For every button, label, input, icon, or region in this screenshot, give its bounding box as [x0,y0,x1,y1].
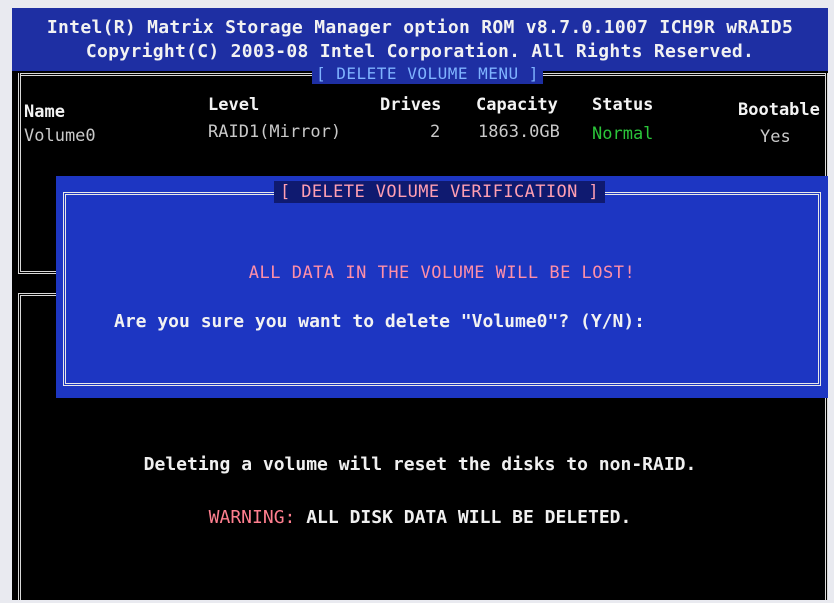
header-status: Status [592,95,654,115]
delete-verification-dialog: [ DELETE VOLUME VERIFICATION ] ALL DATA … [56,176,828,398]
rom-version-text: Intel(R) Matrix Storage Manager option R… [46,17,794,38]
header-drives: Drives [380,95,442,115]
rom-header: Intel(R) Matrix Storage Manager option R… [12,8,828,71]
cell-drives: 2 [430,122,441,142]
delete-confirmation-prompt[interactable]: Are you sure you want to delete "Volume0… [114,311,645,332]
header-name: Name [24,102,65,122]
cell-level: RAID1(Mirror) [208,122,342,142]
copyright-text: Copyright(C) 2003-08 Intel Corporation. … [85,41,755,62]
bios-screen: Intel(R) Matrix Storage Manager option R… [12,8,828,600]
dialog-frame [63,192,821,386]
warning-message: ALL DISK DATA WILL BE DELETED. [306,507,632,528]
warning-label: WARNING: [208,507,296,528]
menu-title: [ DELETE VOLUME MENU ] [312,64,543,84]
cell-status: Normal [592,124,654,144]
cell-capacity: 1863.0GB [478,122,560,142]
data-loss-warning: ALL DATA IN THE VOLUME WILL BE LOST! [248,263,636,283]
header-capacity: Capacity [476,95,558,115]
disk-data-warning: WARNING: ALL DISK DATA WILL BE DELETED. [12,507,828,528]
cell-bootable: Yes [760,127,791,147]
header-bootable: Bootable [738,100,820,120]
dialog-title: [ DELETE VOLUME VERIFICATION ] [274,181,606,203]
reset-info-text: Deleting a volume will reset the disks t… [143,454,697,475]
header-level: Level [208,95,260,115]
cell-name: Volume0 [24,126,96,146]
